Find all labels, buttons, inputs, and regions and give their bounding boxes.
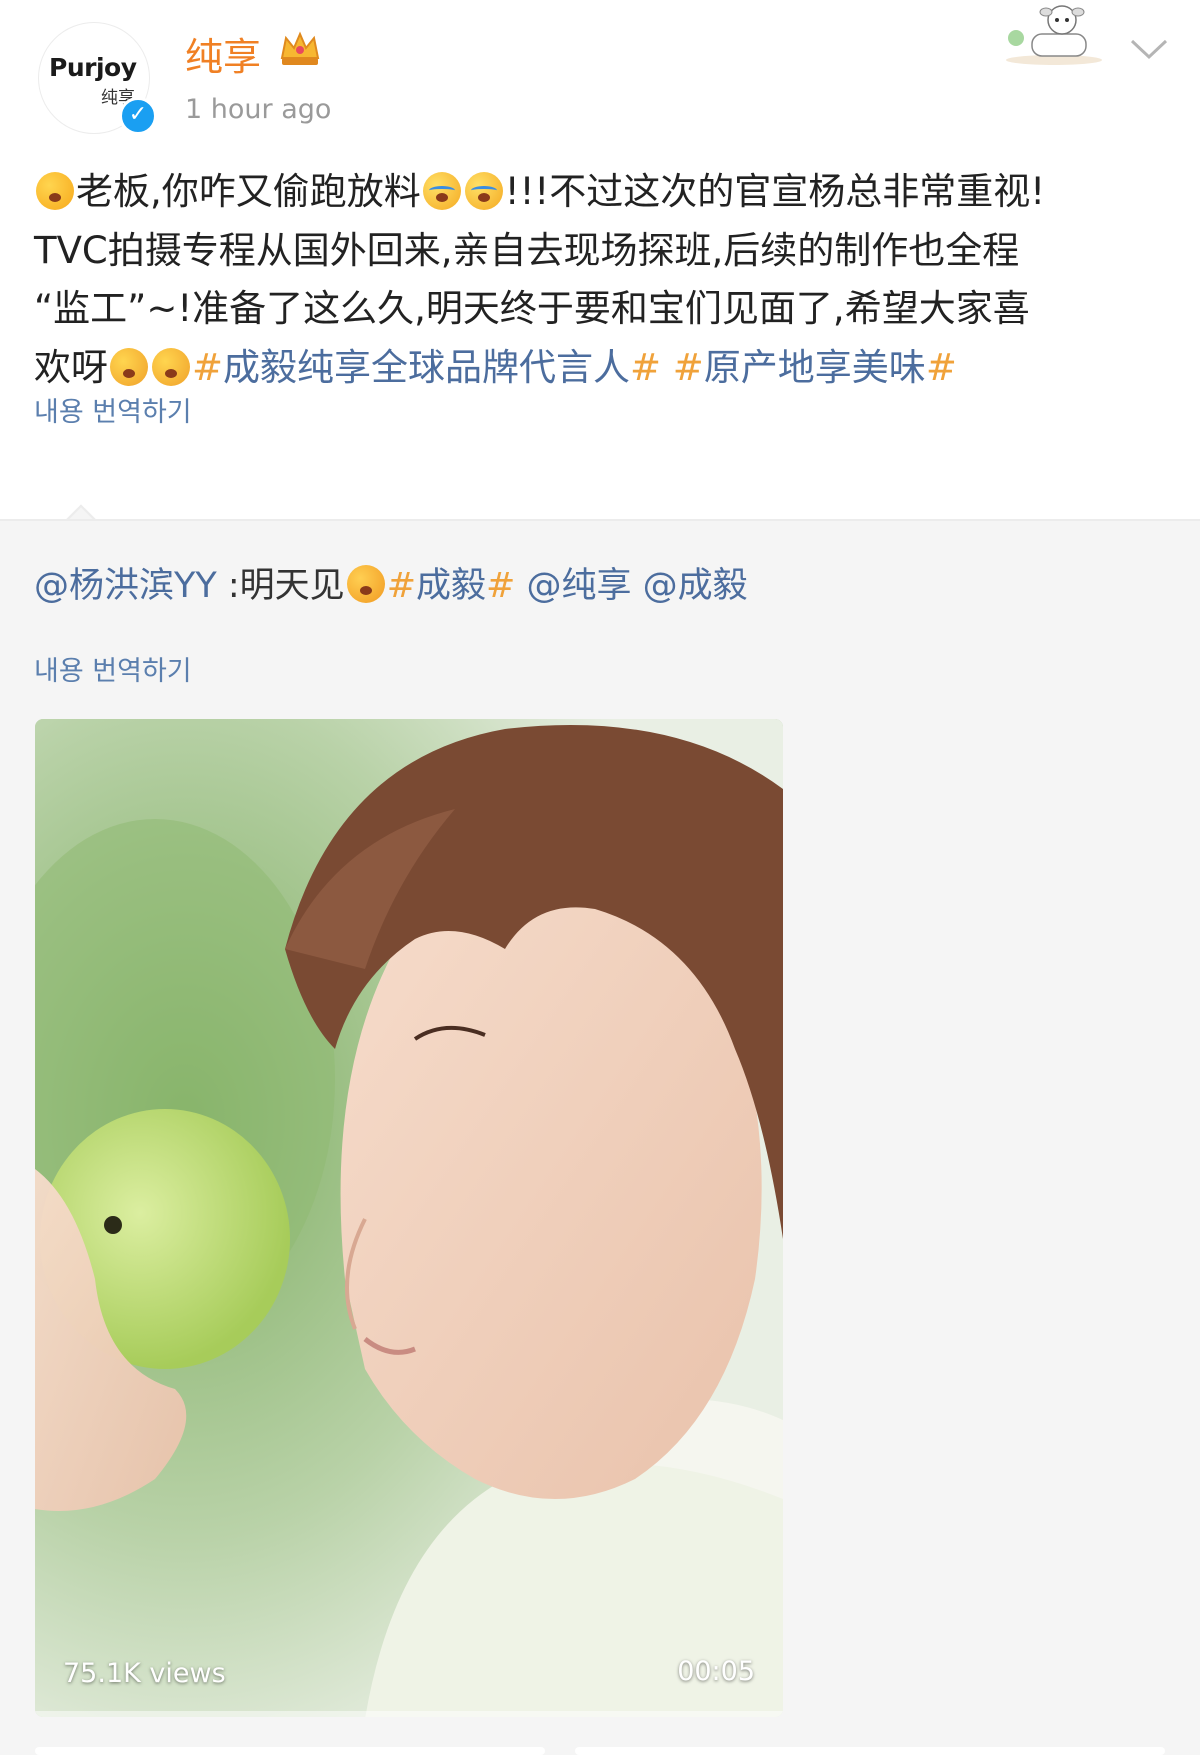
hash-symbol: # [925,345,957,389]
hug-emoji-icon [346,565,385,603]
hash-symbol: # [192,345,224,389]
hash-symbol: # [386,566,417,606]
author-mention[interactable]: @杨洪滨YY [34,566,217,606]
chevron-down-icon[interactable] [1128,36,1170,62]
post-text: 老板,你咋又偷跑放料 !!!不过这次的官宣杨总非常重视! TVC拍摄专程从国外回来… [34,163,1174,397]
verified-badge-icon: ✓ [119,97,157,135]
laugh-cry-emoji-icon [464,172,503,210]
timestamp: 1 hour ago [185,94,332,125]
hash-symbol: # [630,345,662,389]
post-text-line: 老板,你咋又偷跑放料 !!!不过这次的官宣杨总非常重视! [34,163,1174,222]
indicator-segment [35,1747,545,1755]
video-thumbnail [35,719,783,1717]
topic-link[interactable]: 成毅 [416,566,486,606]
translate-button[interactable]: 내용 번역하기 [34,649,192,688]
translate-button[interactable]: 내용 번역하기 [34,390,192,429]
post-text-line: 欢呀 #成毅纯享全球品牌代言人# #原产地享美味# [34,345,957,389]
avatar[interactable]: Purjoy 纯享 ✓ [38,22,157,135]
video-duration: 00:05 [677,1656,755,1687]
logo-text: Purjoy [49,53,137,82]
laugh-cry-emoji-icon [422,172,461,210]
mention-link[interactable]: @成毅 [643,566,748,606]
mention-link[interactable]: @纯享 [527,566,632,606]
topic-link[interactable]: 原产地享美味 [704,346,926,389]
blush-emoji-icon [110,347,148,386]
repost-text: @杨洪滨YY :明天见 #成毅# @纯享 @成毅 [34,565,748,606]
username[interactable]: 纯享 [185,26,261,81]
repost-card[interactable]: @杨洪滨YY :明天见 #成毅# @纯享 @成毅 내용 번역하기 75.1K v… [0,519,1200,1755]
blush-emoji-icon [152,347,190,386]
topic-link[interactable]: 成毅纯享全球品牌代言人 [223,346,630,389]
bottom-indicator [0,1747,1200,1755]
video-progress-bar[interactable] [35,1711,783,1717]
weibo-post: Purjoy 纯享 ✓ 纯享 1 hour ago 老板,你咋又偷跑放料 !!!不… [0,0,1200,520]
post-text-line: TVC拍摄专程从国外回来,亲自去现场探班,后续的制作也全程 [34,228,1020,272]
shocked-emoji-icon [36,172,74,210]
sticker-decoration [1006,5,1102,65]
video-player[interactable]: 75.1K views 00:05 [35,719,783,1717]
post-text-line: “监工”~!准备了这么久,明天终于要和宝们见面了,希望大家喜 [34,287,1030,330]
hash-symbol: # [486,566,516,606]
hash-symbol: # [672,345,704,389]
crown-icon [280,31,320,65]
indicator-segment [575,1747,1165,1755]
view-count: 75.1K views [63,1658,226,1689]
